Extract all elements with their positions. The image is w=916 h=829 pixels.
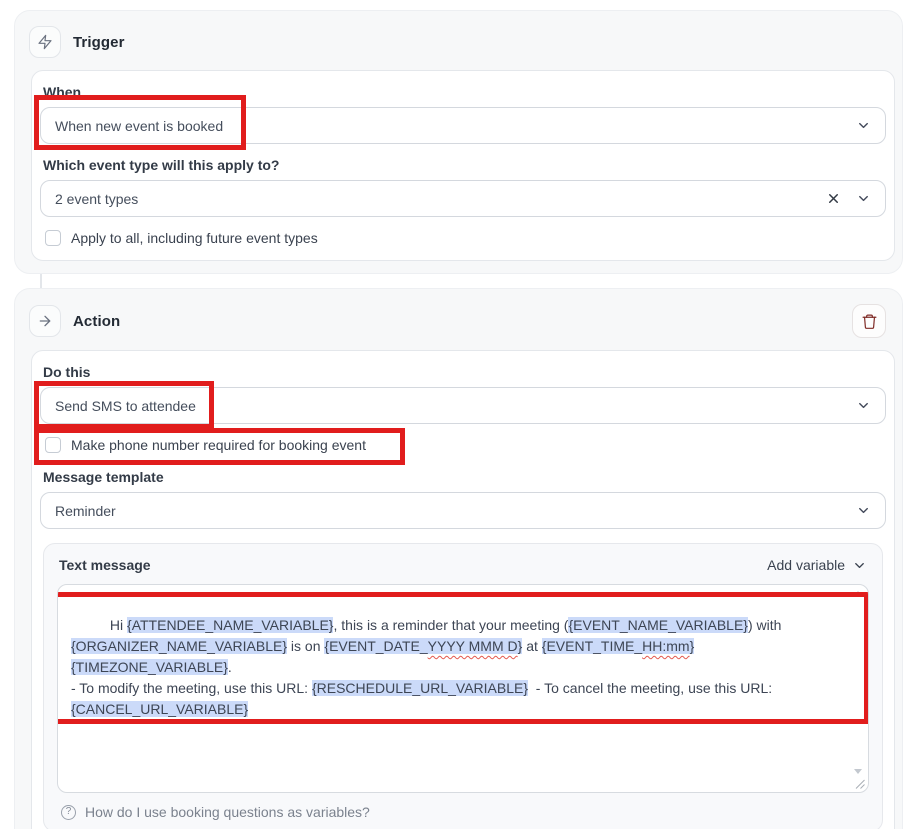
template-select-value: Reminder	[55, 503, 856, 519]
message-text: - To cancel the meeting, use this URL:	[528, 680, 772, 696]
delete-action-button[interactable]	[852, 304, 886, 338]
template-variable: {CANCEL_URL_VARIABLE}	[71, 701, 248, 717]
help-link-label: How do I use booking questions as variab…	[85, 804, 370, 820]
phone-required-row: Make phone number required for booking e…	[40, 433, 886, 457]
apply-all-checkbox[interactable]	[45, 230, 61, 246]
trigger-badge	[29, 26, 61, 58]
action-title: Action	[73, 313, 120, 330]
action-card: Action Do this Send SMS to attendee	[14, 288, 903, 829]
message-content: Hi {ATTENDEE_NAME_VARIABLE}, this is a r…	[71, 617, 781, 717]
trigger-form: When When new event is booked Which even…	[31, 70, 895, 261]
chevron-down-icon	[856, 118, 871, 133]
when-select[interactable]: When new event is booked	[40, 107, 886, 144]
template-variable: {EVENT_NAME_VARIABLE}	[568, 617, 747, 633]
trash-icon	[861, 313, 878, 330]
event-type-label: Which event type will this apply to?	[43, 157, 886, 173]
trigger-title: Trigger	[73, 34, 125, 51]
action-form: Do this Send SMS to attendee Make phone …	[31, 350, 895, 829]
event-type-select-value: 2 event types	[55, 191, 826, 207]
phone-required-checkbox[interactable]	[45, 437, 61, 453]
apply-all-row: Apply to all, including future event typ…	[40, 226, 886, 250]
template-variable: {TIMEZONE_VARIABLE}	[71, 659, 228, 675]
message-text: Hi	[110, 617, 127, 633]
text-message-label: Text message	[59, 557, 151, 573]
arrow-right-icon	[37, 313, 53, 329]
template-variable: {EVENT_TIME_HH:mm}	[542, 638, 695, 654]
chevron-down-icon	[856, 503, 871, 518]
template-select[interactable]: Reminder	[40, 492, 886, 529]
trigger-card-header: Trigger	[15, 11, 902, 70]
scrollbar-up-arrow[interactable]	[854, 591, 862, 596]
resize-handle[interactable]	[855, 779, 865, 789]
template-label: Message template	[43, 469, 886, 485]
help-link[interactable]: ? How do I use booking questions as vari…	[57, 793, 869, 823]
text-message-panel: Text message Add variable Hi {ATTENDEE_N…	[43, 543, 883, 829]
text-message-header: Text message Add variable	[57, 554, 869, 584]
message-text	[694, 638, 698, 654]
clear-x-icon[interactable]	[826, 191, 841, 206]
message-text: - To modify the meeting, use this URL:	[71, 680, 312, 696]
message-text: is on	[287, 638, 324, 654]
question-circle-icon: ?	[61, 805, 76, 820]
message-textarea[interactable]: Hi {ATTENDEE_NAME_VARIABLE}, this is a r…	[57, 584, 869, 793]
apply-all-label: Apply to all, including future event typ…	[71, 230, 318, 246]
add-variable-button[interactable]: Add variable	[767, 557, 867, 573]
message-text: .	[228, 659, 232, 675]
do-this-select[interactable]: Send SMS to attendee	[40, 387, 886, 424]
do-this-select-value: Send SMS to attendee	[55, 398, 856, 414]
do-this-label: Do this	[43, 364, 886, 380]
chevron-down-icon	[852, 558, 867, 573]
template-variable: {ATTENDEE_NAME_VARIABLE}	[127, 617, 333, 633]
chevron-down-icon	[856, 398, 871, 413]
template-variable: {ORGANIZER_NAME_VARIABLE}	[71, 638, 287, 654]
event-type-select[interactable]: 2 event types	[40, 180, 886, 217]
card-connector-line	[40, 274, 42, 288]
phone-required-label: Make phone number required for booking e…	[71, 437, 366, 453]
zap-icon	[37, 34, 53, 50]
chevron-down-icon	[856, 191, 871, 206]
action-card-header: Action	[15, 289, 902, 350]
message-text: , this is a reminder that your meeting (	[333, 617, 568, 633]
message-text: at	[522, 638, 541, 654]
template-variable: {EVENT_DATE_YYYY MMM D}	[324, 638, 522, 654]
when-label: When	[43, 84, 886, 100]
workflow-editor: Trigger When When new event is booked Wh…	[0, 0, 916, 829]
trigger-card: Trigger When When new event is booked Wh…	[14, 10, 903, 274]
when-select-value: When new event is booked	[55, 118, 856, 134]
template-variable: {RESCHEDULE_URL_VARIABLE}	[312, 680, 528, 696]
add-variable-label: Add variable	[767, 557, 845, 573]
action-badge	[29, 305, 61, 337]
message-text: ) with	[748, 617, 781, 633]
scrollbar-down-arrow[interactable]	[854, 769, 862, 774]
